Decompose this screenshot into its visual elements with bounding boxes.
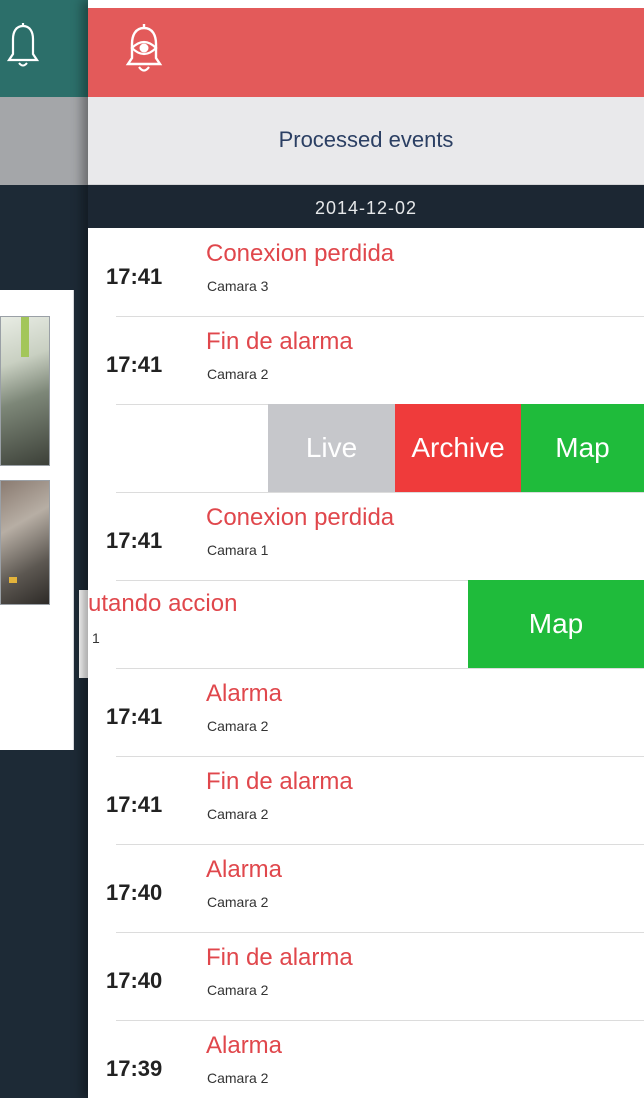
event-title: Fin de alarma <box>206 944 353 971</box>
archive-button[interactable]: Archive <box>395 404 521 492</box>
event-time: 17:41 <box>106 704 163 729</box>
event-camera: Camara 2 <box>207 894 269 910</box>
event-time: 17:41 <box>106 528 163 553</box>
swiped-event-row[interactable]: Live Archive Map <box>88 404 644 492</box>
page-title: Processed events <box>278 127 454 152</box>
event-row[interactable]: 17:39 Alarma Camara 2 <box>88 1020 644 1098</box>
event-camera: Camara 2 <box>207 982 269 998</box>
event-time: 17:40 <box>106 968 163 993</box>
bell-icon[interactable] <box>6 22 40 72</box>
row-divider <box>116 1020 644 1021</box>
map-button[interactable]: Map <box>468 580 644 668</box>
event-time: 17:40 <box>106 880 163 905</box>
event-title: Alarma <box>206 1032 283 1059</box>
row-divider <box>116 668 644 669</box>
event-title: Fin de alarma <box>206 328 353 355</box>
event-row[interactable]: 17:41 Conexion perdida Camara 1 <box>88 492 644 580</box>
events-panel: Processed events 2014-12-02 17:41 Conexi… <box>88 0 644 1098</box>
event-title-shifted: utando accion <box>88 590 238 617</box>
row-divider <box>116 492 644 493</box>
live-button[interactable]: Live <box>268 404 395 492</box>
row-divider <box>116 844 644 845</box>
camera-thumbnail[interactable] <box>0 316 50 466</box>
eye-bell-icon[interactable] <box>124 22 164 78</box>
event-row[interactable]: 17:40 Fin de alarma Camara 2 <box>88 932 644 1020</box>
event-time: 17:39 <box>106 1056 163 1081</box>
event-camera: Camara 3 <box>207 278 269 294</box>
event-title: Conexion perdida <box>206 240 395 267</box>
event-camera: Camara 2 <box>207 718 269 734</box>
event-row[interactable]: 17:41 Fin de alarma Camara 2 <box>88 316 644 404</box>
event-camera: Camara 2 <box>207 1070 269 1086</box>
event-title: Alarma <box>206 856 283 883</box>
event-row[interactable]: 17:41 Fin de alarma Camara 2 <box>88 756 644 844</box>
event-time: 17:41 <box>106 352 163 377</box>
row-divider <box>116 932 644 933</box>
map-button[interactable]: Map <box>521 404 644 492</box>
camera-thumbnail[interactable] <box>0 480 50 605</box>
title-bar: Processed events <box>88 97 644 185</box>
date-section-header: 2014-12-02 <box>88 185 644 228</box>
event-row[interactable]: 17:41 Conexion perdida Camara 3 <box>88 228 644 316</box>
event-camera: Camara 2 <box>207 806 269 822</box>
event-time: 17:41 <box>106 264 163 289</box>
top-bar <box>88 8 644 97</box>
event-title: Fin de alarma <box>206 768 353 795</box>
row-divider <box>116 316 644 317</box>
event-camera-shifted: 1 <box>92 630 100 646</box>
swiped-event-row[interactable]: utando accion 1 Map <box>88 580 644 668</box>
event-camera: Camara 1 <box>207 542 269 558</box>
event-camera: Camara 2 <box>207 366 269 382</box>
event-title: Conexion perdida <box>206 504 395 531</box>
row-divider <box>116 756 644 757</box>
app-screen: Processed events 2014-12-02 17:41 Conexi… <box>0 0 644 1098</box>
event-row[interactable]: 17:41 Alarma Camara 2 <box>88 668 644 756</box>
event-time: 17:41 <box>106 792 163 817</box>
event-title: Alarma <box>206 680 283 707</box>
event-row[interactable]: 17:40 Alarma Camara 2 <box>88 844 644 932</box>
